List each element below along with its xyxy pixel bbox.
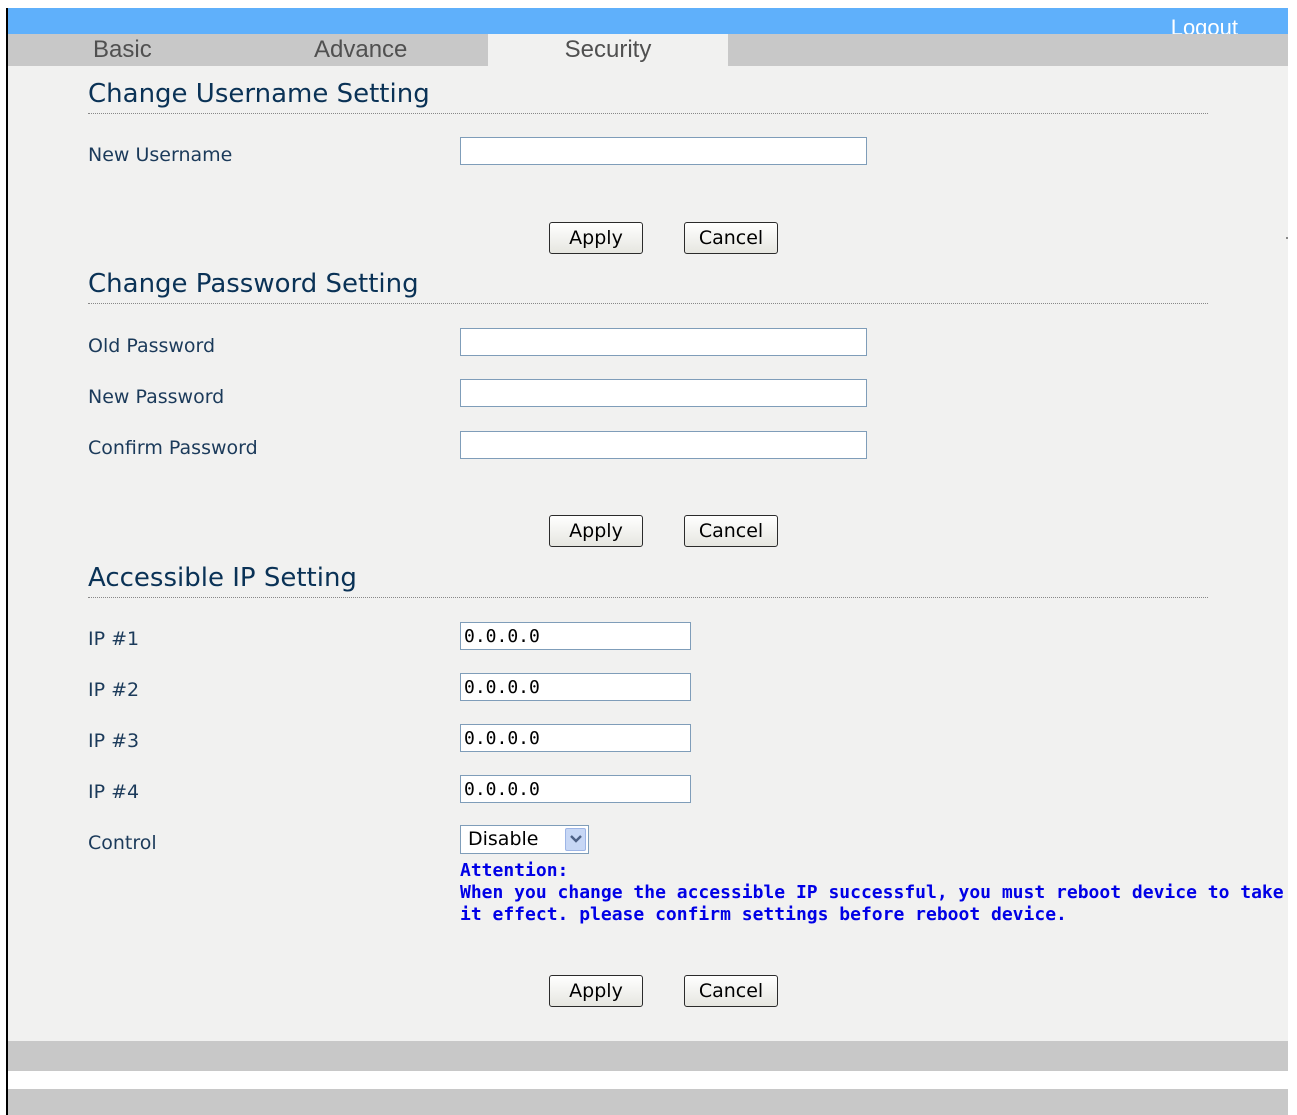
- password-cancel-button[interactable]: Cancel: [684, 515, 778, 547]
- attention-text: When you change the accessible IP succes…: [460, 882, 1284, 925]
- new-password-label: New Password: [88, 386, 225, 408]
- ip1-label: IP #1: [88, 628, 140, 650]
- tab-basic[interactable]: Basic: [93, 34, 152, 66]
- ip2-input[interactable]: [460, 673, 691, 701]
- ip-section-title: Accessible IP Setting: [88, 563, 1208, 598]
- control-select-value: Disable: [468, 828, 539, 850]
- ip3-label: IP #3: [88, 730, 140, 752]
- confirm-password-input[interactable]: [460, 431, 867, 459]
- ip-cancel-button[interactable]: Cancel: [684, 975, 778, 1007]
- tab-advance[interactable]: Advance: [314, 34, 407, 66]
- password-section-title: Change Password Setting: [88, 269, 1208, 304]
- ip-apply-button[interactable]: Apply: [549, 975, 643, 1007]
- footer-bar-bottom: [8, 1089, 1288, 1115]
- chevron-down-icon[interactable]: [565, 828, 586, 851]
- ip4-input[interactable]: [460, 775, 691, 803]
- new-username-input[interactable]: [460, 137, 867, 165]
- old-password-label: Old Password: [88, 335, 216, 357]
- edge-mark: [1286, 237, 1288, 239]
- control-label: Control: [88, 832, 157, 854]
- new-password-input[interactable]: [460, 379, 867, 407]
- top-bar: Logout: [8, 8, 1288, 40]
- attention-note: Attention: When you change the accessibl…: [460, 860, 1290, 926]
- ip2-label: IP #2: [88, 679, 140, 701]
- security-settings-panel: Change Username Setting New Username App…: [8, 66, 1288, 1041]
- password-apply-button[interactable]: Apply: [549, 515, 643, 547]
- username-cancel-button[interactable]: Cancel: [684, 222, 778, 254]
- footer-bar: [8, 1041, 1288, 1071]
- ip1-input[interactable]: [460, 622, 691, 650]
- attention-title: Attention:: [460, 860, 569, 881]
- control-select[interactable]: Disable: [460, 825, 589, 854]
- ip3-input[interactable]: [460, 724, 691, 752]
- old-password-input[interactable]: [460, 328, 867, 356]
- tab-bar: Basic Advance Security: [8, 34, 1288, 66]
- ip4-label: IP #4: [88, 781, 140, 803]
- confirm-password-label: Confirm Password: [88, 437, 258, 459]
- username-section-title: Change Username Setting: [88, 79, 1208, 114]
- username-apply-button[interactable]: Apply: [549, 222, 643, 254]
- new-username-label: New Username: [88, 144, 233, 166]
- tab-security[interactable]: Security: [488, 34, 728, 66]
